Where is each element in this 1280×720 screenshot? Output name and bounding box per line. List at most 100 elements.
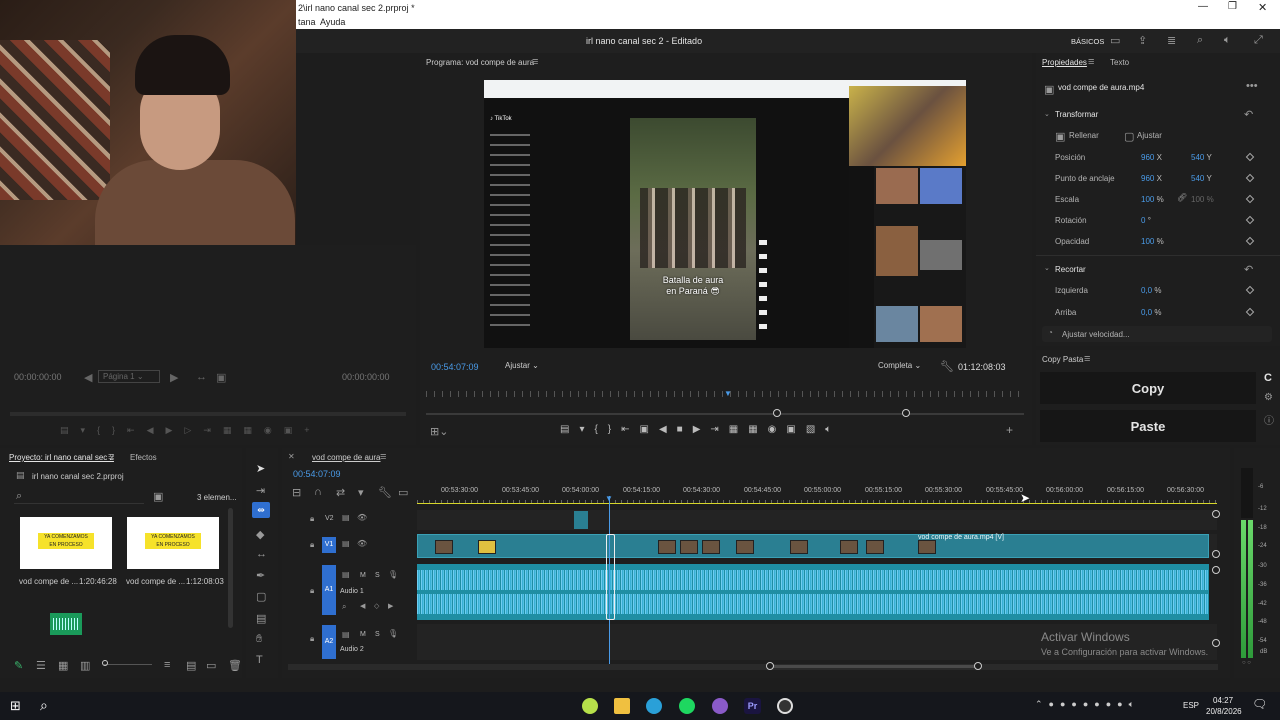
track-select-icon[interactable]: ⇥: [256, 484, 265, 497]
gear-icon[interactable]: ⚙: [1264, 392, 1273, 403]
crop-left-keyframe-icon[interactable]: [1245, 285, 1255, 295]
zoom-handle-left[interactable]: [773, 409, 781, 417]
timeline-zoom-handle-left[interactable]: [766, 662, 774, 670]
new-bin-icon[interactable]: ▣: [153, 490, 163, 503]
sync-lock-icon[interactable]: ▤: [342, 630, 350, 639]
pencil-icon[interactable]: ✎: [14, 659, 23, 672]
hand-icon[interactable]: ✋︎: [256, 633, 262, 646]
rectangle-icon[interactable]: ▢: [256, 590, 266, 603]
close-sequence-icon[interactable]: ✕: [288, 452, 295, 461]
lock-icon[interactable]: 🔒︎: [310, 514, 314, 524]
microphone-icon[interactable]: 🎙︎: [388, 629, 398, 638]
minimize-button[interactable]: —: [1198, 1, 1208, 12]
chevron-down-icon[interactable]: ⌄: [1044, 110, 1050, 118]
search-icon[interactable]: ⌕: [1197, 34, 1203, 47]
lock-icon[interactable]: 🔒︎: [310, 634, 314, 644]
notifications-icon[interactable]: 🗨︎: [1252, 697, 1267, 711]
track-lane-v2[interactable]: [417, 510, 1217, 530]
selection-tool-icon[interactable]: ➤: [256, 462, 265, 475]
opacity-keyframe-icon[interactable]: [1245, 236, 1255, 246]
fit-label[interactable]: Ajustar: [1137, 131, 1162, 140]
obs-icon[interactable]: [777, 698, 793, 714]
chevron-down-icon[interactable]: ⌄: [1044, 264, 1050, 272]
properties-menu-icon[interactable]: ≡: [1088, 56, 1094, 68]
sort-icon[interactable]: ≡: [164, 659, 170, 671]
folder-icon[interactable]: ▭: [206, 659, 216, 672]
maximize-button[interactable]: ❐: [1228, 1, 1237, 12]
sync-lock-icon[interactable]: ▤: [342, 570, 350, 579]
project-item-name-2[interactable]: vod compe de ...: [126, 577, 185, 586]
zoom-slider[interactable]: [104, 664, 152, 665]
info-icon[interactable]: ⓘ: [1264, 412, 1274, 427]
quality-select[interactable]: Completa ⌄: [875, 359, 931, 373]
scale-x[interactable]: 100 %: [1141, 195, 1164, 204]
app-icon-1[interactable]: [582, 698, 598, 714]
program-timecode[interactable]: 00:54:07:09: [431, 362, 479, 372]
type-icon[interactable]: T: [256, 654, 263, 666]
solo-button[interactable]: S: [375, 572, 380, 579]
track-label-v2[interactable]: V2: [325, 515, 334, 522]
panels-icon[interactable]: ≣: [1167, 34, 1176, 47]
refresh-icon[interactable]: C: [1264, 372, 1272, 384]
zoom-handle-right[interactable]: [902, 409, 910, 417]
file-explorer-icon[interactable]: [614, 698, 630, 714]
export-frame-icon[interactable]: ▣: [216, 371, 226, 384]
new-item-icon[interactable]: ▤: [186, 659, 196, 672]
playhead-marker[interactable]: ▼: [605, 494, 613, 503]
microphone-icon[interactable]: 🎙︎: [388, 570, 398, 579]
v-scroll-handle-mid[interactable]: [1212, 550, 1220, 558]
tab-text[interactable]: Texto: [1110, 58, 1129, 67]
trash-icon[interactable]: 🗑︎: [228, 659, 242, 672]
ripple-edit-icon[interactable]: ⇹: [252, 502, 270, 518]
list-view-icon[interactable]: ☰: [36, 659, 46, 672]
timeline-zoom-handle-right[interactable]: [974, 662, 982, 670]
sync-lock-icon[interactable]: ▤: [342, 513, 350, 522]
workspace-label[interactable]: BÁSICOS: [1071, 37, 1104, 46]
video-clip[interactable]: vod compe de aura.mp4 [V]: [417, 534, 1209, 558]
slip-icon[interactable]: ↔: [256, 548, 267, 560]
audio-clip-a1[interactable]: [417, 564, 1209, 620]
tab-properties[interactable]: Propiedades: [1042, 58, 1087, 67]
premiere-icon[interactable]: Pr: [744, 698, 761, 714]
pen-icon[interactable]: ✒: [256, 569, 265, 582]
track-label-v1[interactable]: V1: [322, 537, 336, 553]
tab-effects[interactable]: Efectos: [130, 453, 157, 462]
anchor-y[interactable]: 540 Y: [1191, 174, 1212, 183]
sequence-menu-icon[interactable]: ≡: [380, 451, 386, 463]
project-search-input[interactable]: ⌕: [14, 490, 144, 504]
timeline-timecode[interactable]: 00:54:07:09: [293, 469, 341, 479]
crop-left-value[interactable]: 0,0 %: [1141, 286, 1161, 295]
timeline-scroll-thumb[interactable]: [770, 665, 980, 668]
speed-button[interactable]: ◔ Ajustar velocidad...: [1042, 326, 1272, 342]
link-icon[interactable]: 🔗︎: [1177, 193, 1187, 202]
track-label-a1[interactable]: A1: [322, 565, 336, 615]
meter-solo-buttons[interactable]: ○ ○: [1242, 660, 1251, 666]
more-options-icon[interactable]: •••: [1246, 80, 1258, 92]
rotation-keyframe-icon[interactable]: [1245, 215, 1255, 225]
lock-icon[interactable]: 🔒︎: [310, 540, 314, 550]
mute-button[interactable]: M: [360, 631, 366, 638]
program-tab[interactable]: Programa: vod compe de aura: [426, 58, 534, 67]
marker-icon[interactable]: ▾: [358, 486, 364, 499]
freeform-view-icon[interactable]: ▥: [80, 659, 90, 672]
safe-margins-icon[interactable]: ⊞⌄: [430, 425, 448, 438]
reset-transform-icon[interactable]: ↶: [1244, 108, 1253, 121]
program-zoom-bar[interactable]: [426, 413, 1024, 415]
clock-time[interactable]: 04:27: [1213, 696, 1233, 705]
program-transport-controls[interactable]: ▤▾{}⇤▣◀■▶⇥▦▦◉▣▧🔈︎: [560, 424, 900, 438]
captions-icon[interactable]: ▭: [398, 486, 408, 499]
eye-icon[interactable]: 👁︎: [357, 539, 367, 548]
crop-top-value[interactable]: 0,0 %: [1141, 308, 1161, 317]
tab-project[interactable]: Proyecto: irl nano canal sec 2: [9, 453, 114, 462]
workspace-menu-icon[interactable]: ▭: [1110, 34, 1120, 47]
project-menu-icon[interactable]: ≡: [108, 451, 114, 463]
razor-icon[interactable]: ◆: [256, 528, 264, 541]
clock-date[interactable]: 20/8/2026: [1206, 707, 1242, 716]
project-item-thumb-2[interactable]: YA COMENZAMOS EN PROCESO: [127, 517, 219, 569]
spotify-icon[interactable]: [679, 698, 695, 714]
sync-lock-icon[interactable]: ▤: [342, 539, 350, 548]
wrench-icon[interactable]: 🔧︎: [940, 360, 954, 373]
language-indicator[interactable]: ESP: [1183, 701, 1199, 710]
solo-button[interactable]: S: [375, 631, 380, 638]
sequence-tab[interactable]: vod compe de aura: [312, 453, 381, 462]
